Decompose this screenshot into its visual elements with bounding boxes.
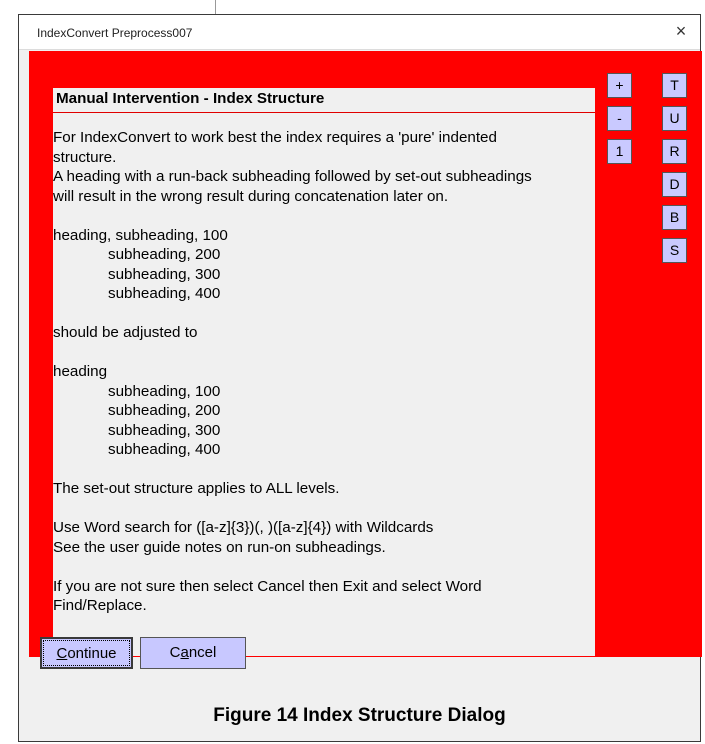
close-icon[interactable]: × [670, 20, 692, 42]
continue-accel: C [56, 645, 68, 662]
message-line: subheading, 100 [108, 382, 221, 400]
zoom-reset-button[interactable]: 1 [607, 139, 632, 164]
message-line: heading, subheading, 100 [53, 226, 228, 244]
letter-button-u[interactable]: U [662, 106, 687, 131]
message-line: Find/Replace. [53, 597, 147, 614]
message-line: See the user guide notes on run-on subhe… [53, 538, 386, 556]
message-line: will result in the wrong result during c… [53, 187, 449, 205]
message-line: structure. [53, 148, 117, 166]
cancel-button[interactable]: Cancel [140, 637, 246, 669]
message-line: subheading, 200 [108, 246, 221, 263]
dialog-window: IndexConvert Preprocess007 × Manual Inte… [18, 14, 702, 742]
letter-button-r[interactable]: R [662, 139, 687, 164]
zoom-in-button[interactable]: + [607, 73, 632, 98]
frame-tick [215, 0, 216, 14]
message-line: A heading with a run-back subheading fol… [53, 168, 532, 185]
message-line: The set-out structure applies to ALL lev… [53, 480, 340, 497]
letter-button-t[interactable]: T [662, 73, 687, 98]
letter-button-s[interactable]: S [662, 238, 687, 263]
cancel-accel: a [180, 644, 189, 661]
message-line: subheading, 400 [108, 285, 221, 302]
window-title: IndexConvert Preprocess007 [37, 26, 193, 40]
zoom-out-button[interactable]: - [607, 106, 632, 131]
dialog-heading: Manual Intervention - Index Structure [53, 88, 595, 113]
message-line: subheading, 200 [108, 402, 221, 419]
message-line: should be adjusted to [53, 324, 198, 341]
message-line: Use Word search for ([a-z]{3})(, )([a-z]… [53, 519, 434, 536]
message-area: Manual Intervention - Index Structure Fo… [53, 88, 595, 656]
cancel-label-end: ncel [188, 644, 217, 661]
message-line: heading [53, 363, 108, 380]
message-body: For IndexConvert to work best the index … [53, 128, 585, 616]
continue-label: ontinue [67, 645, 117, 662]
message-line: For IndexConvert to work best the index … [53, 129, 497, 146]
red-panel: Manual Intervention - Index Structure Fo… [29, 51, 702, 657]
figure-caption: Figure 14 Index Structure Dialog [213, 705, 506, 726]
message-line: If you are not sure then select Cancel t… [53, 577, 482, 595]
letter-button-b[interactable]: B [662, 205, 687, 230]
message-line: subheading, 300 [108, 421, 221, 439]
message-line: subheading, 300 [108, 265, 221, 283]
title-bar: IndexConvert Preprocess007 × [19, 15, 700, 50]
letter-button-d[interactable]: D [662, 172, 687, 197]
message-line: subheading, 400 [108, 441, 221, 458]
continue-button[interactable]: Continue [40, 637, 133, 669]
cancel-label-start: C [169, 644, 181, 661]
